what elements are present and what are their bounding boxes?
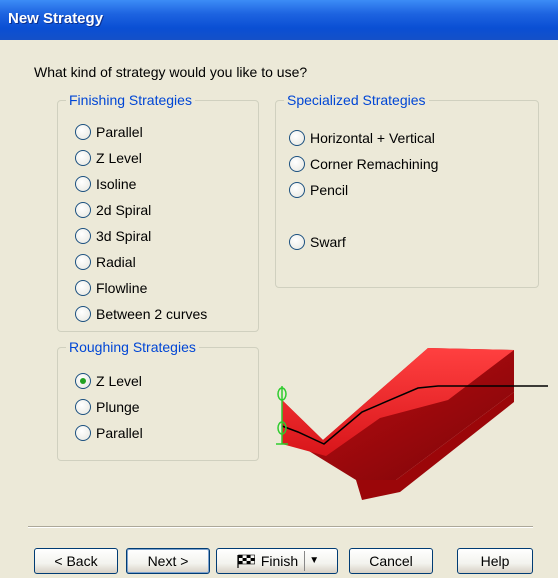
chevron-down-icon[interactable]: ▼ bbox=[309, 556, 319, 566]
radio-roughing-plunge[interactable]: Plunge bbox=[75, 397, 140, 417]
window-title: New Strategy bbox=[8, 10, 104, 27]
checkered-flag-icon bbox=[237, 554, 255, 568]
radio-finishing-flowline[interactable]: Flowline bbox=[75, 278, 147, 298]
option-label: Z Level bbox=[96, 373, 142, 389]
radio-button[interactable] bbox=[75, 150, 91, 166]
new-strategy-dialog: New Strategy What kind of strategy would… bbox=[0, 0, 558, 578]
split-divider bbox=[304, 551, 306, 571]
radio-button[interactable] bbox=[75, 306, 91, 322]
option-label: Parallel bbox=[96, 124, 143, 140]
option-label: Swarf bbox=[310, 234, 346, 250]
specialized-strategies-group: Specialized Strategies Horizontal + Vert… bbox=[275, 92, 539, 288]
radio-specialized-horizontal-vertical[interactable]: Horizontal + Vertical bbox=[289, 128, 435, 148]
finish-button[interactable]: Finish ▼ bbox=[216, 548, 338, 574]
radio-finishing-parallel[interactable]: Parallel bbox=[75, 122, 143, 142]
radio-button[interactable] bbox=[289, 130, 305, 146]
finishing-strategies-group: Finishing Strategies Parallel Z Level Is… bbox=[57, 92, 259, 332]
title-bar[interactable]: New Strategy bbox=[0, 0, 558, 40]
help-button[interactable]: Help bbox=[457, 548, 533, 574]
cancel-button[interactable]: Cancel bbox=[349, 548, 433, 574]
finish-button-content: Finish ▼ bbox=[235, 551, 319, 571]
option-label: Flowline bbox=[96, 280, 148, 296]
radio-button[interactable] bbox=[289, 156, 305, 172]
radio-button[interactable] bbox=[75, 202, 91, 218]
radio-roughing-z-level[interactable]: Z Level bbox=[75, 371, 142, 391]
radio-button[interactable] bbox=[75, 425, 91, 441]
option-label: Pencil bbox=[310, 182, 349, 198]
roughing-strategies-group: Roughing Strategies Z Level Plunge Paral… bbox=[57, 339, 259, 461]
option-label: Parallel bbox=[96, 425, 143, 441]
strategy-preview-image bbox=[276, 348, 548, 500]
radio-button[interactable] bbox=[289, 182, 305, 198]
radio-specialized-pencil[interactable]: Pencil bbox=[289, 180, 348, 200]
radio-specialized-corner-remachining[interactable]: Corner Remachining bbox=[289, 154, 438, 174]
specialized-strategies-legend: Specialized Strategies bbox=[287, 92, 426, 108]
radio-button[interactable] bbox=[75, 124, 91, 140]
option-label: Corner Remachining bbox=[310, 156, 439, 172]
radio-finishing-between-2-curves[interactable]: Between 2 curves bbox=[75, 304, 207, 324]
radio-finishing-z-level[interactable]: Z Level bbox=[75, 148, 142, 168]
radio-button-selected[interactable] bbox=[75, 373, 91, 389]
radio-specialized-swarf[interactable]: Swarf bbox=[289, 232, 346, 252]
radio-button[interactable] bbox=[75, 176, 91, 192]
finish-label: Finish bbox=[260, 553, 299, 569]
radio-finishing-3d-spiral[interactable]: 3d Spiral bbox=[75, 226, 151, 246]
radio-button[interactable] bbox=[75, 280, 91, 296]
finishing-strategies-legend: Finishing Strategies bbox=[69, 92, 192, 108]
radio-button[interactable] bbox=[75, 254, 91, 270]
option-label: Isoline bbox=[96, 176, 137, 192]
option-label: 3d Spiral bbox=[96, 228, 152, 244]
roughing-strategies-legend: Roughing Strategies bbox=[69, 339, 196, 355]
radio-finishing-2d-spiral[interactable]: 2d Spiral bbox=[75, 200, 151, 220]
dialog-body: What kind of strategy would you like to … bbox=[0, 40, 558, 578]
back-button[interactable]: < Back bbox=[34, 548, 118, 574]
radio-button[interactable] bbox=[75, 228, 91, 244]
option-label: Between 2 curves bbox=[96, 306, 208, 322]
radio-roughing-parallel[interactable]: Parallel bbox=[75, 423, 143, 443]
button-separator bbox=[28, 526, 533, 528]
question-label: What kind of strategy would you like to … bbox=[34, 64, 308, 80]
option-label: Z Level bbox=[96, 150, 142, 166]
next-button[interactable]: Next > bbox=[126, 548, 210, 574]
option-label: Plunge bbox=[96, 399, 140, 415]
radio-finishing-radial[interactable]: Radial bbox=[75, 252, 136, 272]
radio-button[interactable] bbox=[289, 234, 305, 250]
radio-button[interactable] bbox=[75, 399, 91, 415]
radio-finishing-isoline[interactable]: Isoline bbox=[75, 174, 136, 194]
option-label: Radial bbox=[96, 254, 136, 270]
option-label: 2d Spiral bbox=[96, 202, 152, 218]
option-label: Horizontal + Vertical bbox=[310, 130, 435, 146]
